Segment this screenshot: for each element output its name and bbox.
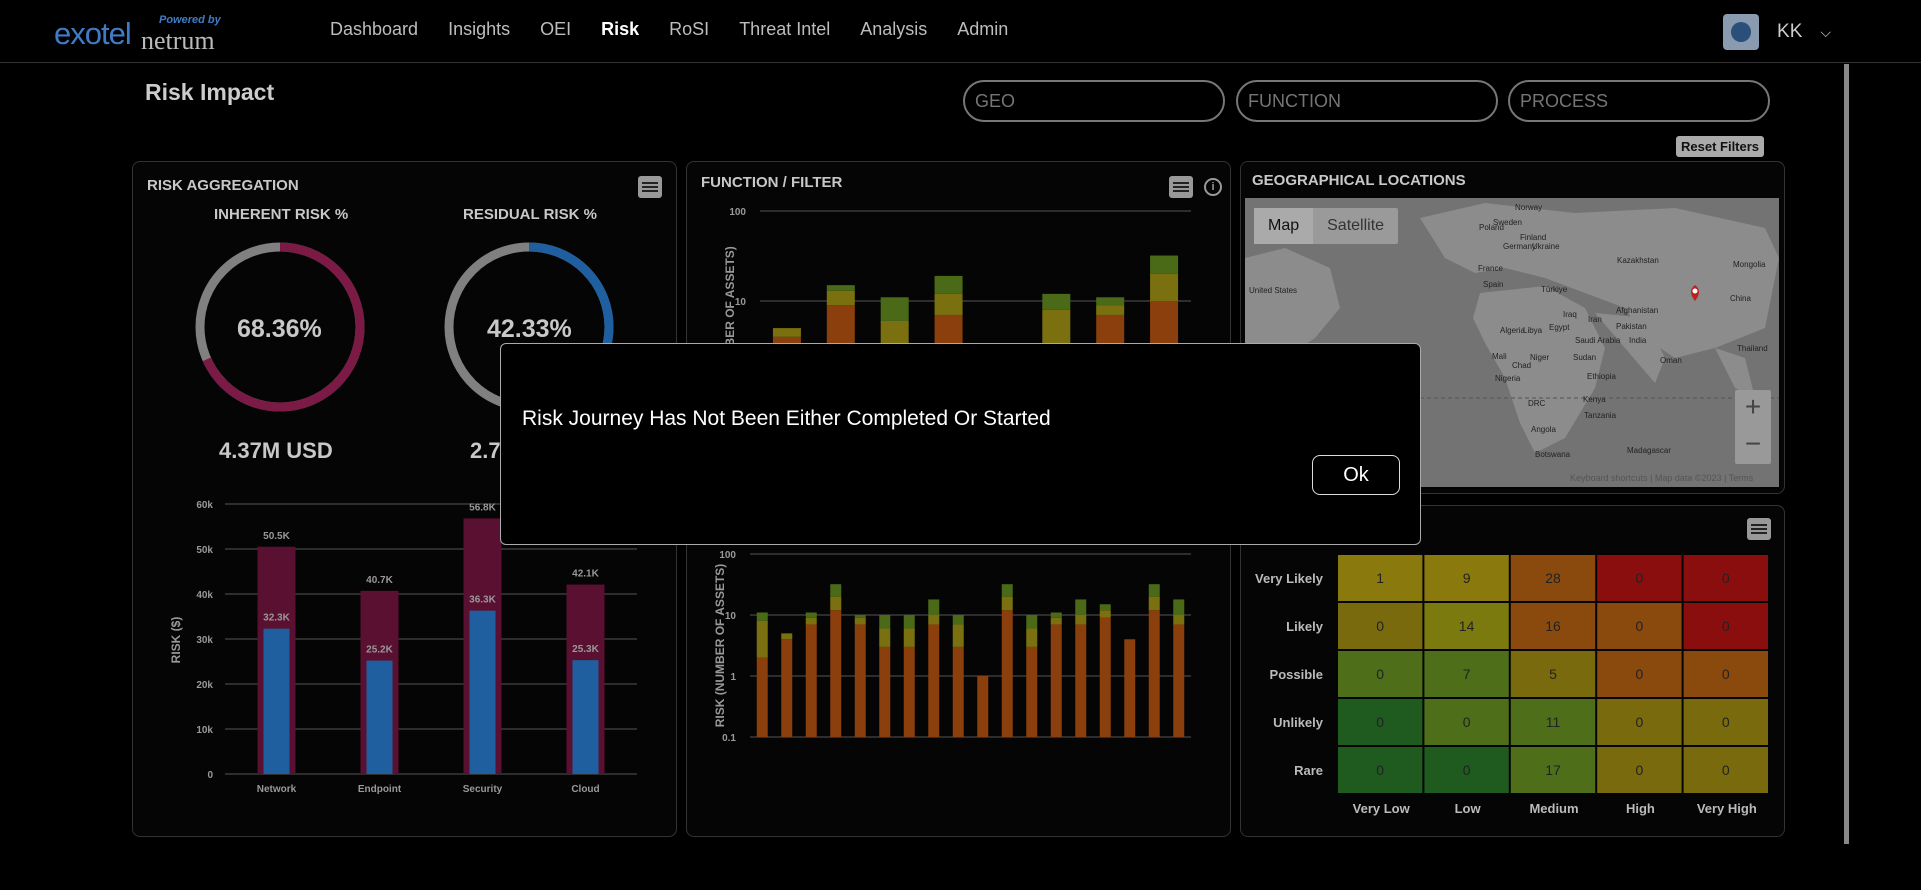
alert-dialog: Risk Journey Has Not Been Either Complet… [500,343,1421,545]
alert-message: Risk Journey Has Not Been Either Complet… [522,407,1051,430]
ok-button[interactable]: Ok [1312,455,1400,495]
